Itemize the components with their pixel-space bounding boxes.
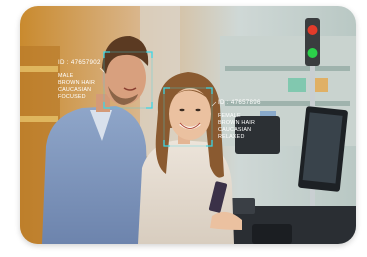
signal-red <box>307 25 318 35</box>
man-body <box>42 106 150 244</box>
attr-man-0: MALE <box>58 73 74 79</box>
attr-woman-2: CAUCASIAN <box>218 127 251 133</box>
attr-man-3: FOCUSED <box>58 94 86 100</box>
attr-woman-0: FEMALE <box>218 113 241 119</box>
detection-id-woman: ID : 47657896 <box>218 99 261 106</box>
detection-id-man: ID : 47657902 <box>58 59 101 66</box>
checkout-photo: ID : 47657902 MALE BROWN HAIR CAUCASIAN … <box>20 6 356 244</box>
signal-green <box>307 48 318 58</box>
card-reader <box>252 224 292 244</box>
scene-illustration: ID : 47657902 MALE BROWN HAIR CAUCASIAN … <box>20 6 356 244</box>
attr-man-1: BROWN HAIR <box>58 80 95 86</box>
attr-man-2: CAUCASIAN <box>58 87 91 93</box>
attr-woman-1: BROWN HAIR <box>218 120 255 126</box>
attr-woman-3: RELAXED <box>218 134 245 140</box>
